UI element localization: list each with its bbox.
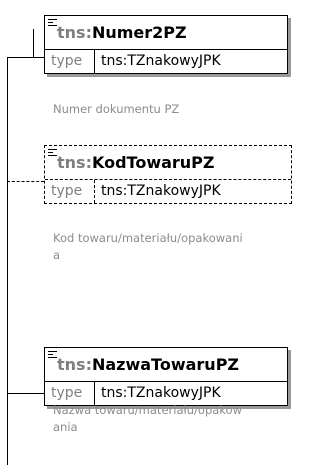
element-icon — [48, 351, 57, 360]
element-icon — [48, 149, 57, 158]
type-key: type — [45, 180, 95, 203]
connector-branch-nazwatowarupz — [7, 393, 44, 394]
element-doc: Nazwa towaru/materiału/opakowania — [53, 403, 242, 434]
element-kodtowarupz[interactable]: tns:KodTowaruPZ type tns:TZnakowyJPK — [44, 145, 292, 204]
type-value: tns:TZnakowyJPK — [101, 183, 221, 199]
element-header: tns:KodTowaruPZ — [45, 146, 291, 179]
element-doc: Kod towaru/materiału/opakowania — [53, 231, 243, 262]
element-header: tns:Numer2PZ — [45, 16, 287, 49]
element-prefix: tns: — [57, 355, 92, 374]
element-numer2pz[interactable]: tns:Numer2PZ type tns:TZnakowyJPK — [44, 15, 288, 74]
element-name: KodTowaruPZ — [91, 153, 215, 172]
element-type-row: type tns:TZnakowyJPK — [45, 179, 291, 203]
element-doc: Numer dokumentu PZ — [53, 102, 180, 116]
connector-vertical-line — [7, 57, 8, 465]
type-value: tns:TZnakowyJPK — [101, 53, 221, 69]
connector-branch-numer2pz — [7, 57, 44, 58]
connector-stub-numer2pz — [33, 29, 34, 58]
element-icon — [48, 19, 57, 28]
element-type-row: type tns:TZnakowyJPK — [45, 49, 287, 73]
element-header: tns:NazwaTowaruPZ — [45, 348, 287, 381]
element-name: Numer2PZ — [91, 23, 187, 42]
element-prefix: tns: — [57, 23, 92, 42]
element-nazwatowarupz[interactable]: tns:NazwaTowaruPZ type tns:TZnakowyJPK — [44, 347, 288, 406]
type-key: type — [45, 50, 95, 73]
element-name: NazwaTowaruPZ — [91, 355, 240, 374]
element-prefix: tns: — [57, 153, 92, 172]
connector-branch-kodtowarupz — [7, 181, 44, 182]
